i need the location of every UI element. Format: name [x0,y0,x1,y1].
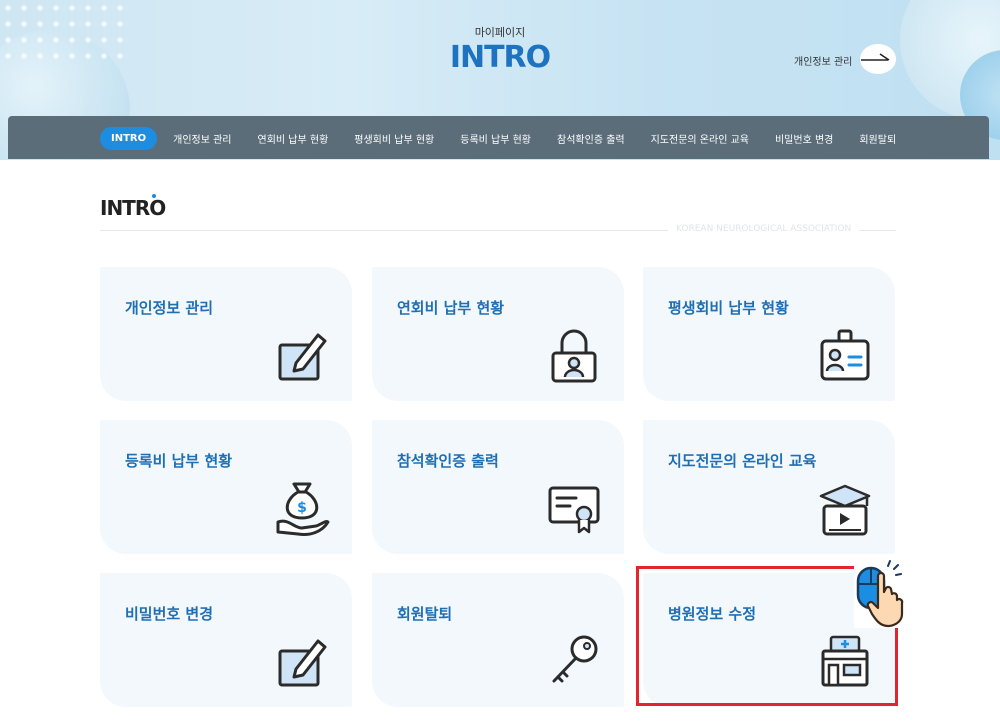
card-label: 등록비 납부 현황 [125,452,233,470]
profile-link-label[interactable]: 개인정보 관리 [794,53,852,68]
nav-item-password-change[interactable]: 비밀번호 변경 [775,131,833,146]
page-subtitle: 마이페이지 [474,26,526,39]
card-online-education[interactable]: 지도전문의 온라인 교육 [643,420,895,554]
arrow-right-icon [861,53,890,61]
profile-link-button[interactable] [860,44,896,74]
nav-item-registration-fee[interactable]: 등록비 납부 현황 [460,131,531,146]
organization-name: KOREAN NEUROLOGICAL ASSOCIATION [668,224,860,234]
key-icon [552,635,598,683]
card-withdrawal[interactable]: 회원탈퇴 [372,573,624,707]
edit-icon [278,639,327,687]
card-label: 참석확인증 출력 [397,452,499,470]
mouse-click-icon [854,560,910,628]
nav-item-attendance-certificate[interactable]: 참석확인증 출력 [557,131,625,146]
card-annual-fee[interactable]: 연회비 납부 현황 [372,267,624,401]
nav-item-withdrawal[interactable]: 회원탈퇴 [859,131,896,146]
card-label: 지도전문의 온라인 교육 [668,452,817,470]
nav-item-annual-fee[interactable]: 연회비 납부 현황 [258,131,329,146]
card-label: 평생회비 납부 현황 [668,299,789,317]
title-dot [152,194,156,198]
card-label: 비밀번호 변경 [125,605,214,623]
online-education-icon [819,484,871,536]
section-title: INTRO [100,196,166,220]
lock-icon [551,329,597,383]
card-attendance-certificate[interactable]: 참석확인증 출력 [372,420,624,554]
nav-item-online-education[interactable]: 지도전문의 온라인 교육 [651,131,749,146]
card-personal-info[interactable]: 개인정보 관리 [100,267,352,401]
card-label: 개인정보 관리 [125,299,214,317]
edit-icon [278,333,327,381]
nav-item-personal-info[interactable]: 개인정보 관리 [173,131,231,146]
id-card-icon [820,329,870,381]
nav-item-lifetime-fee[interactable]: 평생회비 납부 현황 [354,131,434,146]
sub-navigation: INTRO 개인정보 관리 연회비 납부 현황 평생회비 납부 현황 등록비 납… [100,125,922,151]
card-lifetime-fee[interactable]: 평생회비 납부 현황 [643,267,895,401]
card-label: 연회비 납부 현황 [397,299,505,317]
money-bag-icon: $ [276,482,330,536]
certificate-icon [548,486,600,534]
card-label: 회원탈퇴 [397,605,453,623]
card-password-change[interactable]: 비밀번호 변경 [100,573,352,707]
nav-item-intro[interactable]: INTRO [100,126,158,150]
card-registration-fee[interactable]: 등록비 납부 현황 $ [100,420,352,554]
svg-text:$: $ [297,500,307,516]
